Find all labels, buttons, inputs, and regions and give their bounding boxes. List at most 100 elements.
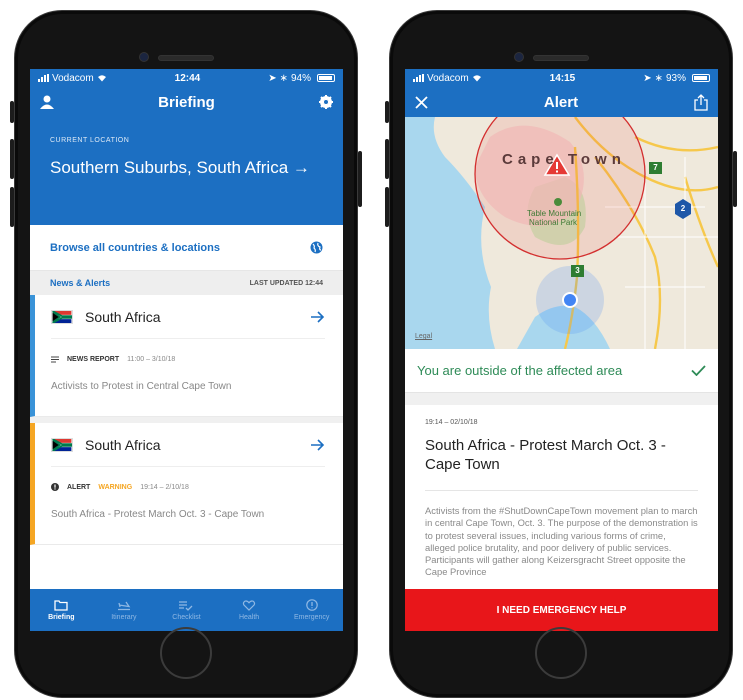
carrier: Vodacom [38,73,107,84]
carrier-label: Vodacom [427,72,469,84]
article-body: Activists from the #ShutDownCapeTown mov… [425,505,698,578]
card-country: South Africa [51,437,161,453]
wifi-icon [97,75,106,82]
checklist-icon [179,600,193,611]
power-button [358,151,362,207]
map-legal-link[interactable]: Legal [415,333,432,340]
battery-percent: 93% [665,72,686,84]
tab-checklist[interactable]: Checklist [156,600,216,621]
battery-icon [316,74,335,82]
globe-icon [310,241,323,254]
battery-icon [691,74,710,82]
folder-icon [54,599,68,611]
tab-health[interactable]: Health [219,599,279,621]
right-screen: Vodacom 14:15 ➤ ∗ 93% Alert Cape Town Ta… [405,69,718,631]
page-title: Briefing [158,93,215,111]
section-title: News & Alerts [50,278,111,288]
status-bar: Vodacom 14:15 ➤ ∗ 93% [405,69,718,87]
section-divider [405,393,718,405]
header: Vodacom 12:44 ➤ ∗ 94% Briefing [30,69,343,117]
earpiece [158,55,214,61]
route-badge-2: 2 [680,204,686,213]
browse-locations-link[interactable]: Browse all countries & locations [30,225,343,271]
arrow-right-icon[interactable] [311,310,325,323]
volume-down-button [385,187,389,227]
mute-switch [10,101,14,123]
location-arrow-icon: ➤ [268,72,277,84]
carrier: Vodacom [413,73,482,84]
card-meta: ALERT WARNING 19:14 – 2/10/18 [51,467,325,507]
card-header: South Africa [51,423,325,467]
arrow-right-icon[interactable] [311,438,325,451]
affected-area-status: You are outside of the affected area [405,349,718,393]
signal-icon [38,74,49,82]
clock: 12:44 [174,72,201,84]
map-park-label-2: National Park [529,218,578,227]
heart-icon [242,599,256,611]
left-phone: Vodacom 12:44 ➤ ∗ 94% Briefing CURRENT L… [10,10,362,698]
power-button [733,151,737,207]
status-bar: Vodacom 12:44 ➤ ∗ 94% [30,69,343,87]
profile-icon[interactable] [40,95,54,109]
route-badge-7: 7 [653,163,658,172]
card-meta: NEWS REPORT 11:00 – 3/10/18 [51,339,325,379]
news-card[interactable]: South Africa NEWS REPORT 11:00 – 3/10/18… [30,295,343,417]
tab-bar: Briefing Itinerary Checklist Health Emer… [30,589,343,631]
signal-icon [413,74,424,82]
tab-label: Health [238,613,260,621]
map-park-label-1: Table Mountain [527,209,582,218]
nav-bar: Briefing [30,87,343,117]
alert-map[interactable]: Cape Town Table Mountain National Park 7… [405,117,718,349]
carrier-label: Vodacom [52,72,94,84]
clock: 14:15 [549,72,576,84]
share-icon[interactable] [694,93,708,111]
earpiece [533,55,589,61]
close-icon[interactable] [415,95,428,109]
home-button[interactable] [160,627,212,679]
front-camera [514,52,524,62]
card-header: South Africa [51,295,325,339]
tab-label: Emergency [293,614,330,621]
last-updated: LAST UPDATED 12:44 [249,279,323,287]
settings-gear-icon[interactable] [318,95,333,109]
card-snippet: South Africa - Protest March Oct. 3 - Ca… [51,509,265,520]
current-location-name[interactable]: Southern Suburbs, South Africa → [50,158,323,178]
browse-label: Browse all countries & locations [50,241,220,254]
home-button[interactable] [535,627,587,679]
front-camera [139,52,149,62]
current-location-panel[interactable]: CURRENT LOCATION Southern Suburbs, South… [30,117,343,225]
status-right: ➤ ∗ 93% [643,73,710,84]
volume-down-button [10,187,14,227]
card-time: 19:14 – 2/10/18 [140,483,189,491]
news-lines-icon [51,356,59,362]
tab-emergency[interactable]: Emergency [282,599,342,621]
alert-card[interactable]: South Africa ALERT WARNING 19:14 – 2/10/… [30,423,343,545]
volume-up-button [385,139,389,179]
status-right: ➤ ∗ 94% [268,73,335,84]
mute-switch [385,101,389,123]
status-message: You are outside of the affected area [417,363,623,378]
tab-itinerary[interactable]: Itinerary [94,600,154,621]
battery-fill [693,76,707,80]
country-name: South Africa [85,308,161,325]
alert-circle-icon [305,599,318,611]
right-phone: Vodacom 14:15 ➤ ∗ 93% Alert Cape Town Ta… [385,10,737,698]
emergency-help-button[interactable]: I NEED EMERGENCY HELP [405,589,718,631]
card-severity: WARNING [98,483,133,491]
route-badge-3: 3 [575,266,580,275]
news-alerts-header: News & Alerts LAST UPDATED 12:44 [30,271,343,295]
card-snippet: Activists to Protest in Central Cape Tow… [51,381,232,392]
plane-icon [117,601,131,610]
page-title: Alert [543,93,579,111]
battery-fill [318,76,333,80]
location-arrow-icon: ➤ [643,72,652,84]
wifi-icon [472,75,481,82]
article-date: 19:14 – 02/10/18 [425,419,478,426]
bluetooth-icon: ∗ [279,72,288,84]
alert-article: 19:14 – 02/10/18 South Africa - Protest … [405,405,718,593]
card-kind: NEWS REPORT [67,355,120,363]
tab-briefing[interactable]: Briefing [31,599,91,621]
south-africa-flag-icon [51,437,73,452]
country-name: South Africa [85,436,161,453]
map-city-label: Cape Town [502,151,626,168]
